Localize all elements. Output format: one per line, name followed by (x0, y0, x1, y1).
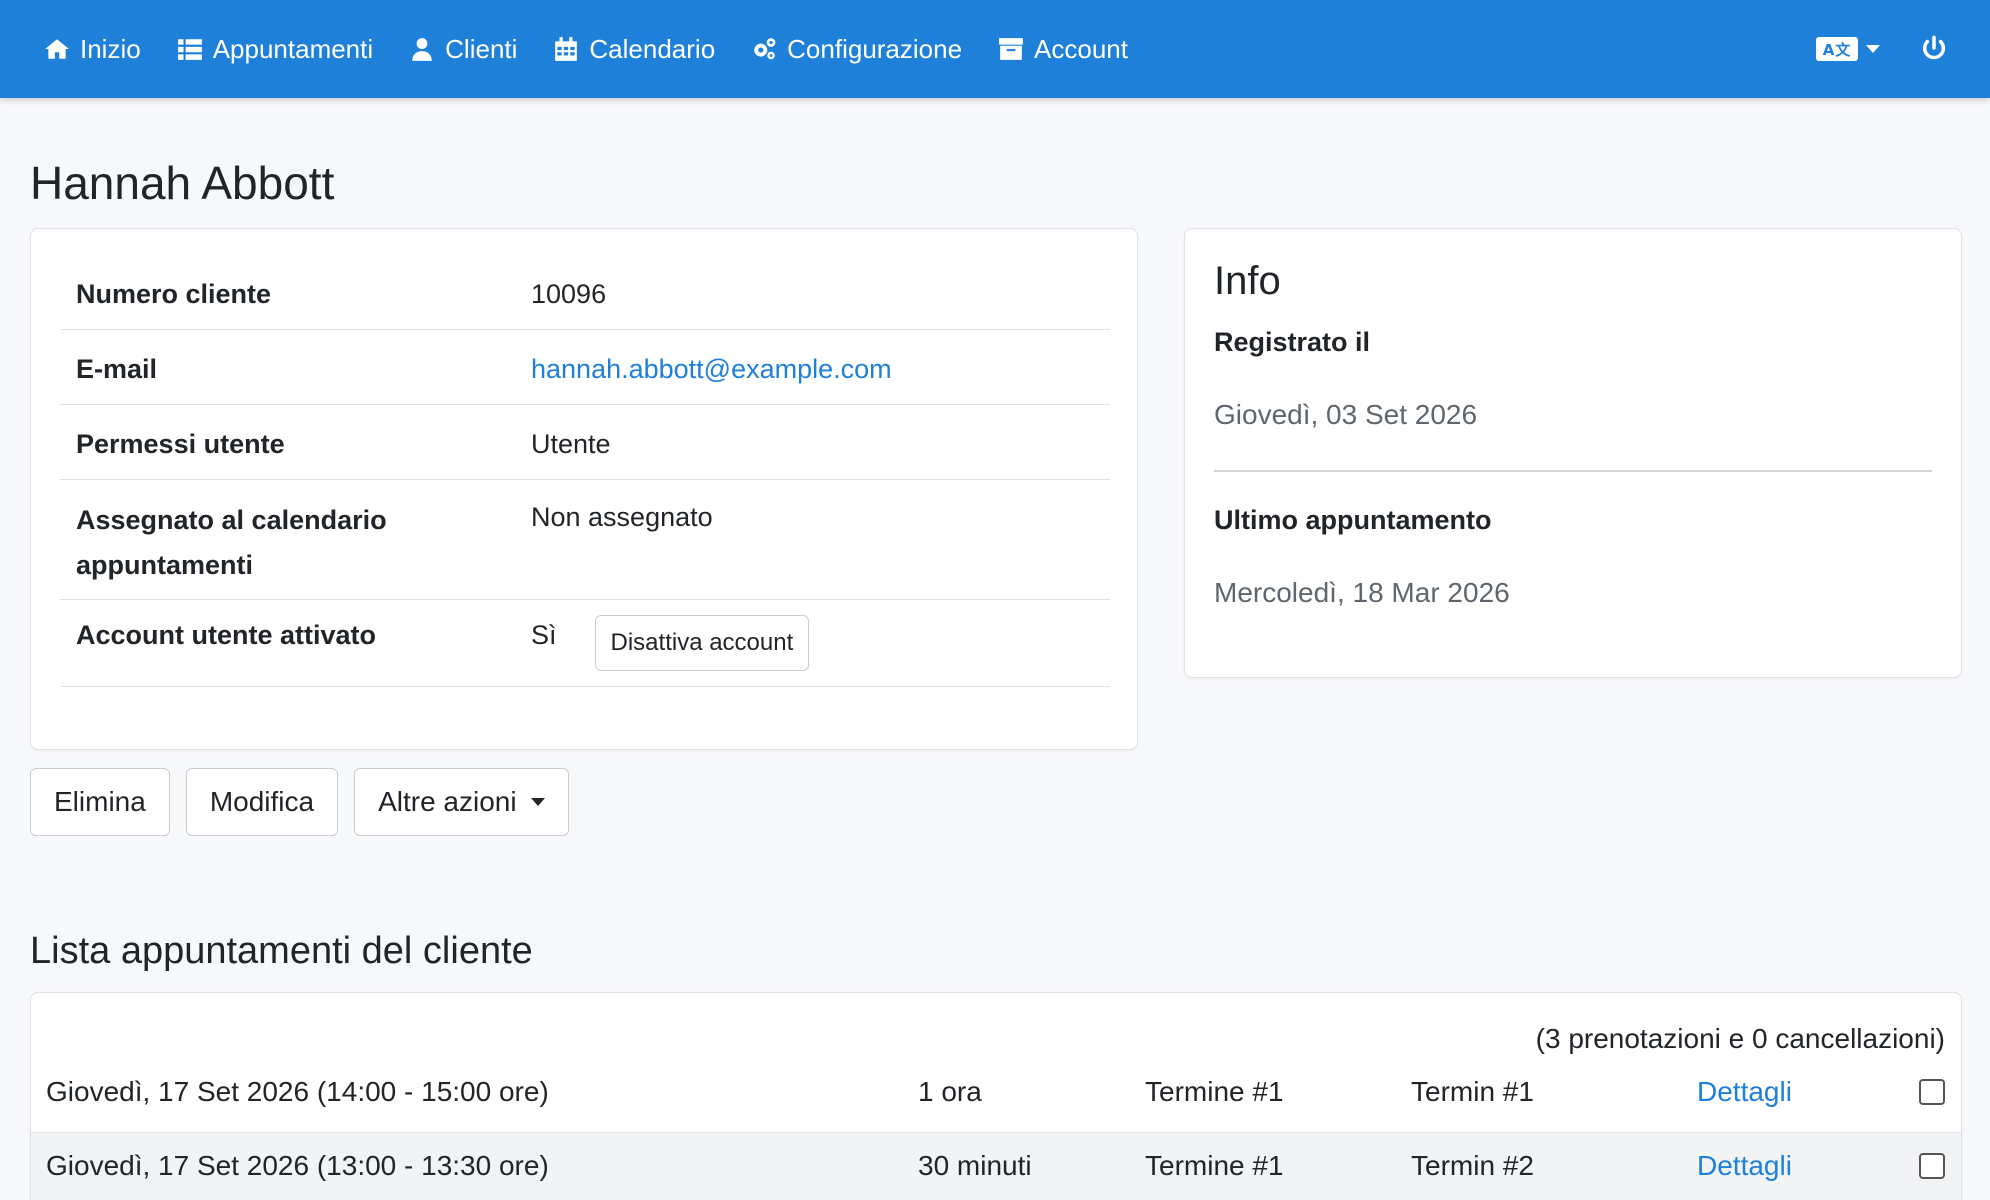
calendar-icon (555, 37, 578, 61)
appointments-section-title: Lista appuntamenti del cliente (30, 930, 533, 972)
table-row: Giovedì, 17 Set 2026 (13:00 - 13:30 ore)… (31, 1133, 1961, 1200)
nav-item-label: Account (1034, 33, 1128, 64)
permissions-label: Permessi utente (76, 429, 285, 459)
deactivate-account-button[interactable]: Disattiva account (594, 615, 810, 671)
delete-button-label: Elimina (54, 786, 146, 817)
archive-icon (999, 38, 1023, 60)
top-navbar: Inizio Appuntamenti Clienti Calendario C… (0, 0, 1990, 98)
account-active-value-cell: Sì Disattiva account (531, 600, 1110, 686)
customer-actions: Elimina Modifica Altre azioni (30, 768, 569, 836)
language-icon: A文 (1816, 37, 1858, 61)
registered-label: Registrato il (1214, 327, 1371, 357)
nav-item-appuntamenti[interactable]: Appuntamenti (177, 34, 373, 65)
table-row: E-mail hannah.abbott@example.com (60, 330, 1110, 405)
home-icon (45, 39, 69, 59)
more-actions-dropdown[interactable]: Altre azioni (354, 768, 569, 836)
nav-item-configurazione[interactable]: Configurazione (751, 34, 962, 65)
registered-value: Giovedì, 03 Set 2026 (1214, 399, 1478, 430)
nav-item-label: Calendario (589, 33, 716, 64)
appointments-card: (3 prenotazioni e 0 cancellazioni) Giove… (30, 992, 1962, 1200)
page-title: Hannah Abbott (30, 157, 335, 209)
nav-item-label: Appuntamenti (212, 33, 374, 64)
customer-number-value: 10096 (531, 279, 607, 309)
nav-right: A文 (1816, 0, 1948, 98)
nav-item-inizio[interactable]: Inizio (44, 34, 141, 65)
info-card: Info Registrato il Giovedì, 03 Set 2026 … (1184, 228, 1962, 678)
email-link[interactable]: hannah.abbott@example.com (531, 354, 892, 385)
table-row: Assegnato al calendario appuntamenti Non… (60, 480, 1110, 600)
table-row: Numero cliente 10096 (60, 255, 1110, 330)
appointment-details-link[interactable]: Dettagli (1697, 1150, 1792, 1182)
appointment-date: Giovedì, 17 Set 2026 (14:00 - 15:00 ore) (46, 1076, 549, 1107)
nav-item-label: Clienti (445, 33, 518, 64)
appointment-service: Termine #1 (1145, 1150, 1284, 1181)
edit-button-label: Modifica (209, 786, 315, 817)
last-appointment-label: Ultimo appuntamento (1214, 505, 1492, 535)
account-active-value: Sì (531, 620, 557, 650)
cogs-icon (754, 38, 776, 60)
nav-item-clienti[interactable]: Clienti (409, 34, 517, 65)
account-active-label: Account utente attivato (76, 620, 377, 650)
appointment-checkbox[interactable] (1919, 1079, 1945, 1105)
appointment-provider: Termin #1 (1411, 1076, 1534, 1107)
power-icon[interactable] (1920, 35, 1948, 63)
nav-item-label: Inizio (80, 33, 141, 64)
table-row: Permessi utente Utente (60, 405, 1110, 480)
info-divider (1214, 470, 1932, 472)
list-icon (177, 39, 202, 60)
calendar-assignment-label: Assegnato al calendario appuntamenti (76, 505, 387, 580)
table-row: Giovedì, 17 Set 2026 (14:00 - 15:00 ore)… (31, 1059, 1961, 1133)
last-appointment-value: Mercoledì, 18 Mar 2026 (1214, 577, 1510, 608)
language-dropdown[interactable]: A文 (1816, 37, 1880, 61)
appointment-details-link[interactable]: Dettagli (1697, 1076, 1792, 1108)
more-actions-label: Altre azioni (378, 786, 517, 817)
appointment-checkbox[interactable] (1919, 1153, 1945, 1179)
edit-button[interactable]: Modifica (185, 768, 339, 836)
nav-item-account[interactable]: Account (998, 34, 1128, 65)
email-value-cell: hannah.abbott@example.com (531, 330, 1110, 404)
appointment-service: Termine #1 (1145, 1076, 1284, 1107)
customer-details-card: Numero cliente 10096 E-mail hannah.abbot… (30, 228, 1138, 750)
delete-button[interactable]: Elimina (30, 768, 170, 836)
caret-down-icon (530, 798, 545, 806)
info-title: Info (1214, 259, 1281, 303)
calendar-assignment-value: Non assegnato (531, 502, 713, 532)
nav-item-label: Configurazione (787, 33, 963, 64)
permissions-value: Utente (531, 429, 611, 459)
customer-details-table: Numero cliente 10096 E-mail hannah.abbot… (60, 255, 1110, 687)
caret-down-icon (1866, 45, 1880, 53)
nav-item-calendario[interactable]: Calendario (553, 34, 715, 65)
appointments-summary: (3 prenotazioni e 0 cancellazioni) (1535, 1023, 1945, 1054)
email-label: E-mail (76, 354, 158, 384)
appointment-date: Giovedì, 17 Set 2026 (13:00 - 13:30 ore) (46, 1150, 549, 1181)
appointment-provider: Termin #2 (1411, 1150, 1534, 1181)
table-row: Account utente attivato Sì Disattiva acc… (60, 600, 1110, 687)
user-icon (412, 38, 432, 61)
customer-number-label: Numero cliente (76, 279, 272, 309)
appointment-duration: 30 minuti (918, 1150, 1032, 1181)
appointment-duration: 1 ora (918, 1076, 982, 1107)
